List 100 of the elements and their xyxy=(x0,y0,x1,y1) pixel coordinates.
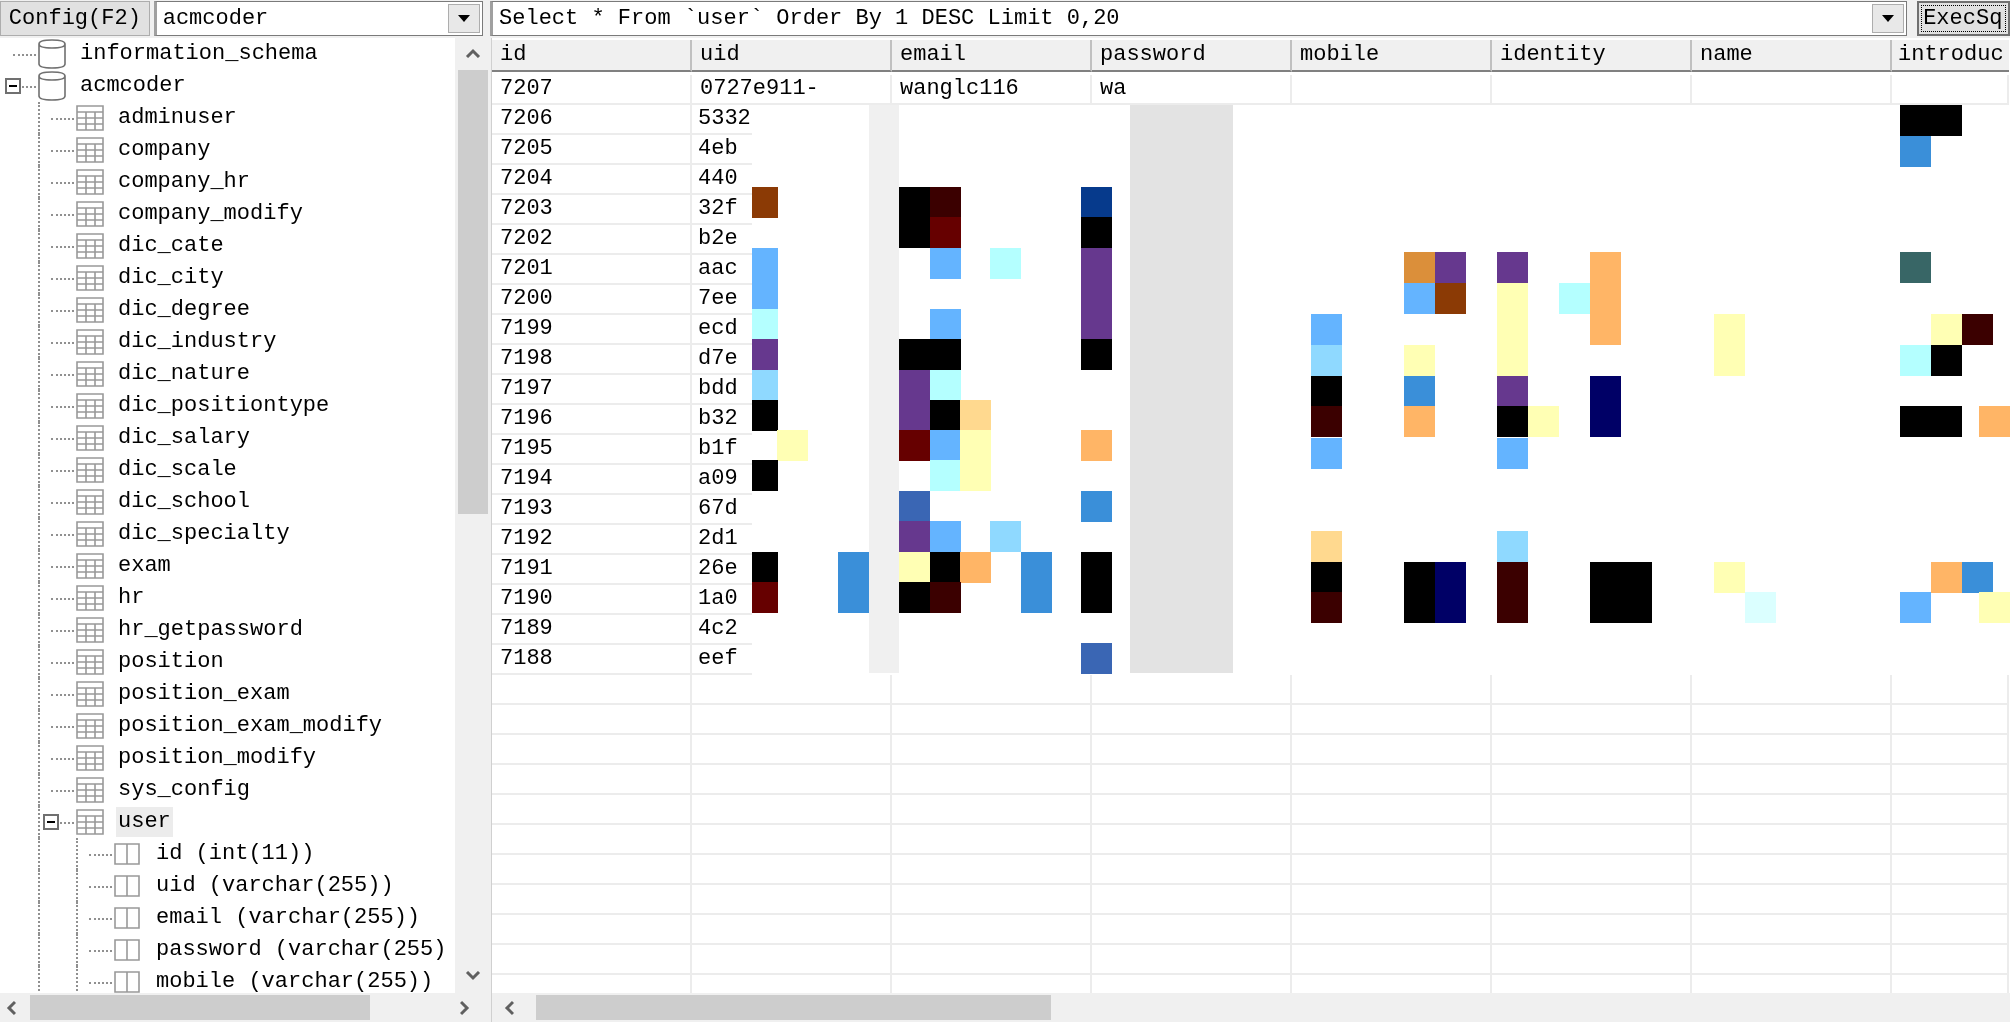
column-header[interactable]: mobile xyxy=(1292,40,1492,72)
database-combo[interactable]: acmcoder xyxy=(153,1,484,36)
table-icon xyxy=(76,809,104,835)
table-icon xyxy=(76,393,104,419)
table-cell: 7190 xyxy=(492,585,692,615)
table-cell: 7203 xyxy=(492,195,692,225)
table-icon xyxy=(76,457,104,483)
table-cell: 7193 xyxy=(492,495,692,525)
tree-item[interactable]: hr_getpassword xyxy=(116,615,305,645)
tree-item[interactable]: company_hr xyxy=(116,167,253,197)
table-cell: 7198 xyxy=(492,345,692,375)
tree-item[interactable]: position xyxy=(116,647,226,677)
column-icon xyxy=(114,907,140,929)
tree-item[interactable]: information_schema xyxy=(78,39,320,69)
column-icon xyxy=(114,875,140,897)
chevron-left-icon[interactable] xyxy=(6,999,16,1016)
table-cell: 7197 xyxy=(492,375,692,405)
column-icon xyxy=(114,939,140,961)
query-combo[interactable]: Select * From `user` Order By 1 DESC Limit 0,20 xyxy=(490,1,1908,36)
scrollbar-thumb[interactable] xyxy=(30,995,370,1020)
tree-item[interactable]: position_exam xyxy=(116,679,292,709)
column-header[interactable]: uid xyxy=(692,40,892,72)
table-icon xyxy=(76,681,104,707)
table-icon xyxy=(76,105,104,131)
column-header[interactable]: password xyxy=(1092,40,1292,72)
tree-item[interactable]: acmcoder xyxy=(78,71,188,101)
tree-item[interactable]: dic_school xyxy=(116,487,253,517)
table-icon xyxy=(76,585,104,611)
tree-item[interactable]: dic_positiontype xyxy=(116,391,332,421)
tree-item[interactable]: dic_cate xyxy=(116,231,226,261)
table-cell: 7202 xyxy=(492,225,692,255)
column-icon xyxy=(114,971,140,993)
tree-item[interactable]: uid (varchar(255)) xyxy=(154,871,396,901)
database-icon xyxy=(38,71,66,101)
tree-item[interactable]: id (int(11)) xyxy=(154,839,317,869)
tree-item[interactable]: position_exam_modify xyxy=(116,711,385,741)
column-header[interactable]: introduc xyxy=(1892,40,2009,72)
chevron-right-icon[interactable] xyxy=(460,999,470,1016)
tree-item[interactable]: password (varchar(255) xyxy=(154,935,449,965)
table-icon xyxy=(76,329,104,355)
table-cell: 7206 xyxy=(492,105,692,135)
database-icon xyxy=(38,39,66,69)
table-icon xyxy=(76,137,104,163)
tree-item[interactable]: email (varchar(255)) xyxy=(154,903,423,933)
scrollbar-thumb[interactable] xyxy=(458,70,488,514)
tree-item[interactable]: exam xyxy=(116,551,173,581)
tree-item[interactable]: dic_nature xyxy=(116,359,253,389)
table-icon xyxy=(76,617,104,643)
table-icon xyxy=(76,745,104,771)
dropdown-button[interactable] xyxy=(448,4,481,33)
table-cell: 7192 xyxy=(492,525,692,555)
table-cell: 7194 xyxy=(492,465,692,495)
table-cell: 7188 xyxy=(492,645,692,675)
tree-item[interactable]: dic_city xyxy=(116,263,226,293)
chevron-left-icon[interactable] xyxy=(504,999,514,1016)
tree-item[interactable]: dic_specialty xyxy=(116,519,292,549)
table-icon xyxy=(76,777,104,803)
table-cell: 7195 xyxy=(492,435,692,465)
tree-item[interactable]: hr xyxy=(116,583,147,613)
dropdown-button[interactable] xyxy=(1872,4,1905,33)
table-cell: 7204 xyxy=(492,165,692,195)
collapse-icon[interactable] xyxy=(43,814,59,830)
column-header[interactable]: name xyxy=(1692,40,1892,72)
collapse-icon[interactable] xyxy=(5,78,21,94)
tree-item[interactable]: mobile (varchar(255)) xyxy=(154,967,436,993)
table-icon xyxy=(76,553,104,579)
tree-item[interactable]: sys_config xyxy=(116,775,253,805)
config-button[interactable]: Config(F2) xyxy=(0,1,150,36)
horizontal-scrollbar[interactable] xyxy=(0,993,491,1022)
table-cell: 7205 xyxy=(492,135,692,165)
chevron-up-icon[interactable] xyxy=(465,48,481,58)
tree-item[interactable]: dic_scale xyxy=(116,455,239,485)
table-icon xyxy=(76,361,104,387)
table-icon xyxy=(76,233,104,259)
column-header[interactable]: id xyxy=(492,40,692,72)
tree-item[interactable]: company xyxy=(116,135,213,165)
table-icon xyxy=(76,201,104,227)
table-cell: 7201 xyxy=(492,255,692,285)
scrollbar-thumb[interactable] xyxy=(536,995,1051,1020)
column-icon xyxy=(114,843,140,865)
tree-item[interactable]: dic_salary xyxy=(116,423,253,453)
tree-item[interactable]: dic_degree xyxy=(116,295,253,325)
table-icon xyxy=(76,649,104,675)
horizontal-scrollbar[interactable] xyxy=(492,993,2010,1022)
table-cell: 7196 xyxy=(492,405,692,435)
tree-item[interactable]: adminuser xyxy=(116,103,239,133)
tree-item[interactable]: position_modify xyxy=(116,743,319,773)
column-header[interactable]: email xyxy=(892,40,1092,72)
table-cell: 7207 xyxy=(492,75,692,105)
table-icon xyxy=(76,297,104,323)
tree-item[interactable]: company_modify xyxy=(116,199,305,229)
vertical-scrollbar[interactable] xyxy=(455,38,491,993)
table-icon xyxy=(76,425,104,451)
table-icon xyxy=(76,265,104,291)
column-header[interactable]: identity xyxy=(1492,40,1692,72)
chevron-down-icon[interactable] xyxy=(465,971,481,981)
tree-item[interactable]: dic_industry xyxy=(116,327,279,357)
tree-item[interactable]: user xyxy=(116,807,173,837)
table-icon xyxy=(76,713,104,739)
exec-sql-button[interactable]: ExecSq xyxy=(1917,1,2010,36)
